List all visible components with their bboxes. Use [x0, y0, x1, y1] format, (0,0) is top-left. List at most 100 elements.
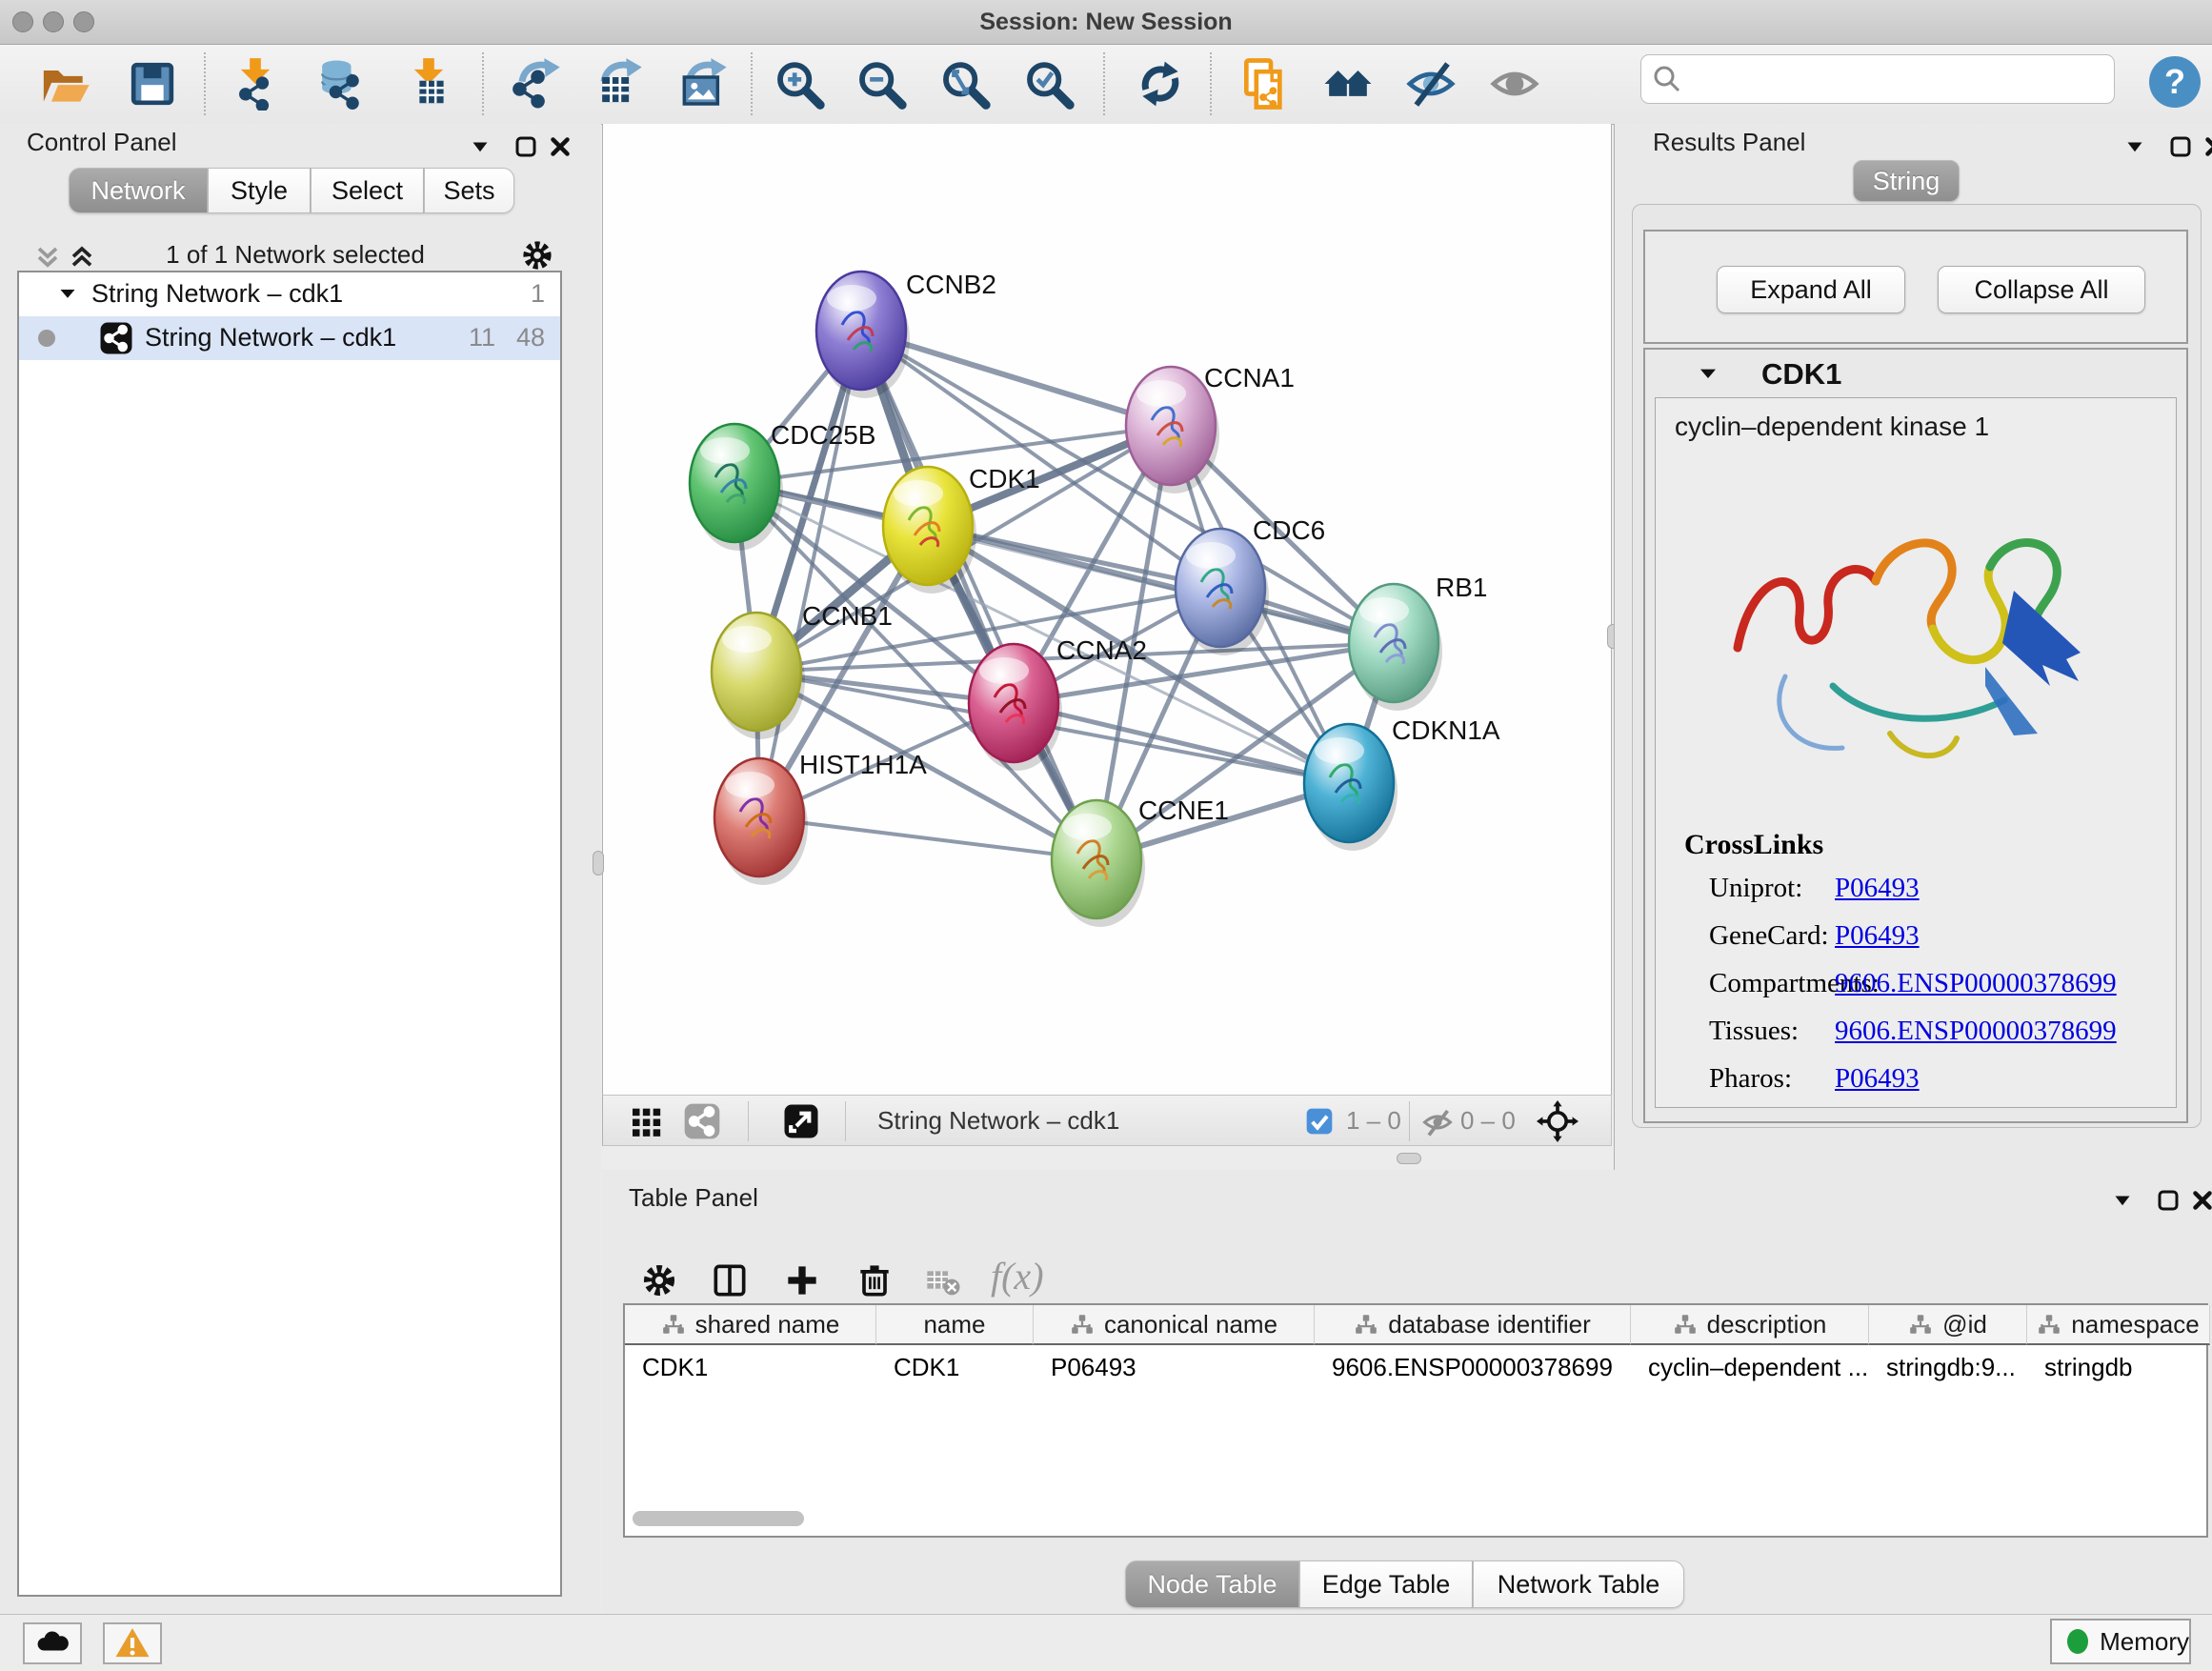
add-column-icon[interactable]: [781, 1259, 825, 1303]
network-edge[interactable]: [759, 331, 861, 817]
horizontal-splitter-handle[interactable]: [1397, 1153, 1421, 1164]
tab-network-table[interactable]: Network Table: [1473, 1560, 1684, 1608]
node-table[interactable]: shared namenamecanonical namedatabase id…: [623, 1303, 2208, 1538]
move-crosshair-icon[interactable]: [1537, 1100, 1575, 1138]
tab-select[interactable]: Select: [311, 168, 424, 213]
column-manager-icon[interactable]: [709, 1259, 753, 1303]
expand-all-chevron-icon[interactable]: [65, 240, 99, 274]
fit-content-icon[interactable]: [939, 57, 993, 111]
warning-button[interactable]: [103, 1622, 162, 1664]
network-canvas[interactable]: CCNB2CCNA1CDC25BCDK1CDC6RB1CCNB1CCNA2CDK…: [602, 124, 1612, 1095]
network-row-selected[interactable]: String Network – cdk1 11 48: [19, 316, 560, 360]
tab-edge-table[interactable]: Edge Table: [1299, 1560, 1473, 1608]
hidden-eye-icon[interactable]: [1420, 1105, 1458, 1143]
copy-document-icon[interactable]: [1237, 57, 1291, 111]
table-cell[interactable]: cyclin–dependent ...: [1631, 1345, 1869, 1389]
tab-style[interactable]: Style: [208, 168, 311, 213]
gear-icon[interactable]: [638, 1259, 682, 1303]
network-node-ccnb2[interactable]: [816, 272, 910, 398]
save-session-icon[interactable]: [126, 57, 179, 111]
panel-menu-icon[interactable]: [2118, 130, 2152, 164]
open-in-window-icon[interactable]: [782, 1102, 820, 1140]
table-cell[interactable]: stringdb:9...: [1869, 1345, 2027, 1389]
network-collection-row[interactable]: String Network – cdk1 1: [19, 274, 560, 316]
close-panel-icon[interactable]: [543, 130, 577, 164]
crosslink-value-link[interactable]: P06493: [1835, 1063, 1920, 1095]
show-all-eye-icon[interactable]: [1488, 57, 1541, 111]
zoom-selected-icon[interactable]: [1023, 57, 1076, 111]
column-header-name[interactable]: name: [876, 1305, 1034, 1345]
table-cell[interactable]: P06493: [1034, 1345, 1315, 1389]
zoom-out-icon[interactable]: [855, 57, 909, 111]
import-network-file-icon[interactable]: [229, 57, 282, 111]
cloud-button[interactable]: [23, 1622, 82, 1664]
memory-button[interactable]: Memory: [2050, 1619, 2191, 1664]
export-table-icon[interactable]: [591, 57, 644, 111]
table-cell[interactable]: 9606.ENSP00000378699: [1315, 1345, 1631, 1389]
hide-selected-eye-icon[interactable]: [1404, 57, 1458, 111]
panel-menu-icon[interactable]: [2105, 1183, 2140, 1218]
column-header-namespace[interactable]: namespace: [2027, 1305, 2210, 1345]
export-network-icon[interactable]: [509, 57, 562, 111]
network-node-ccnb1[interactable]: [712, 613, 805, 739]
left-splitter-handle[interactable]: [593, 851, 604, 876]
open-file-icon[interactable]: [38, 57, 91, 111]
gear-icon[interactable]: [518, 236, 553, 271]
tab-sets[interactable]: Sets: [424, 168, 514, 213]
column-header-database-identifier[interactable]: database identifier: [1315, 1305, 1631, 1345]
column-header-canonical-name[interactable]: canonical name: [1034, 1305, 1315, 1345]
zoom-in-icon[interactable]: [774, 57, 827, 111]
crosslink-label: GeneCard:: [1709, 920, 1829, 951]
float-panel-icon[interactable]: [2163, 130, 2198, 164]
column-header-shared-name[interactable]: shared name: [625, 1305, 876, 1345]
network-node-hist1h1a[interactable]: [714, 758, 808, 885]
crosslink-value-link[interactable]: P06493: [1835, 873, 1920, 904]
table-cell[interactable]: CDK1: [876, 1345, 1034, 1389]
column-header-description[interactable]: description: [1631, 1305, 1869, 1345]
network-edge[interactable]: [759, 817, 1096, 859]
column-header--id[interactable]: @id: [1869, 1305, 2027, 1345]
import-network-database-icon[interactable]: [314, 57, 368, 111]
crosslink-value-link[interactable]: 9606.ENSP00000378699: [1835, 968, 2117, 999]
horizontal-scrollbar[interactable]: [633, 1511, 804, 1526]
network-node-ccna2[interactable]: [969, 644, 1062, 771]
function-builder-icon[interactable]: f(x): [991, 1254, 1076, 1298]
table-panel-title: Table Panel: [629, 1183, 758, 1213]
grid-view-icon[interactable]: [628, 1102, 666, 1140]
warning-icon: [113, 1624, 151, 1662]
network-node-rb1[interactable]: [1349, 584, 1442, 711]
panel-menu-icon[interactable]: [463, 130, 497, 164]
close-panel-icon[interactable]: [2198, 130, 2212, 164]
crosslink-value-link[interactable]: P06493: [1835, 920, 1920, 952]
selected-checkbox-icon[interactable]: [1304, 1106, 1342, 1144]
table-cell[interactable]: stringdb: [2027, 1345, 2210, 1389]
tab-network[interactable]: Network: [69, 168, 208, 213]
crosslink-row: Pharos:P06493: [1709, 1063, 1792, 1095]
close-panel-icon[interactable]: [2185, 1183, 2212, 1218]
float-panel-icon[interactable]: [509, 130, 543, 164]
collapse-all-chevron-icon[interactable]: [30, 240, 65, 274]
share-view-icon[interactable]: [683, 1102, 721, 1140]
delete-column-icon[interactable]: [854, 1259, 897, 1303]
tab-string[interactable]: String: [1853, 160, 1960, 202]
expand-all-button[interactable]: Expand All: [1717, 266, 1905, 313]
float-panel-icon[interactable]: [2151, 1183, 2185, 1218]
search-input[interactable]: [1689, 65, 2114, 93]
refresh-layout-icon[interactable]: [1134, 57, 1187, 111]
network-node-ccne1[interactable]: [1052, 800, 1145, 927]
collapse-all-button[interactable]: Collapse All: [1938, 266, 2145, 313]
export-image-icon[interactable]: [675, 57, 729, 111]
collapse-triangle-icon[interactable]: [53, 280, 82, 309]
network-node-cdc6[interactable]: [1176, 529, 1269, 655]
import-table-file-icon[interactable]: [402, 57, 455, 111]
two-houses-icon[interactable]: [1321, 57, 1375, 111]
entry-collapse-triangle-icon[interactable]: [1693, 359, 1723, 390]
help-button[interactable]: ?: [2149, 56, 2201, 108]
crosslink-value-link[interactable]: 9606.ENSP00000378699: [1835, 1016, 2117, 1047]
network-edge[interactable]: [861, 331, 1096, 859]
crosslink-label: Tissues:: [1709, 1016, 1799, 1046]
delete-table-icon[interactable]: [924, 1263, 968, 1307]
table-cell[interactable]: CDK1: [625, 1345, 876, 1389]
network-node-cdkn1a[interactable]: [1304, 724, 1398, 851]
tab-node-table[interactable]: Node Table: [1125, 1560, 1299, 1608]
